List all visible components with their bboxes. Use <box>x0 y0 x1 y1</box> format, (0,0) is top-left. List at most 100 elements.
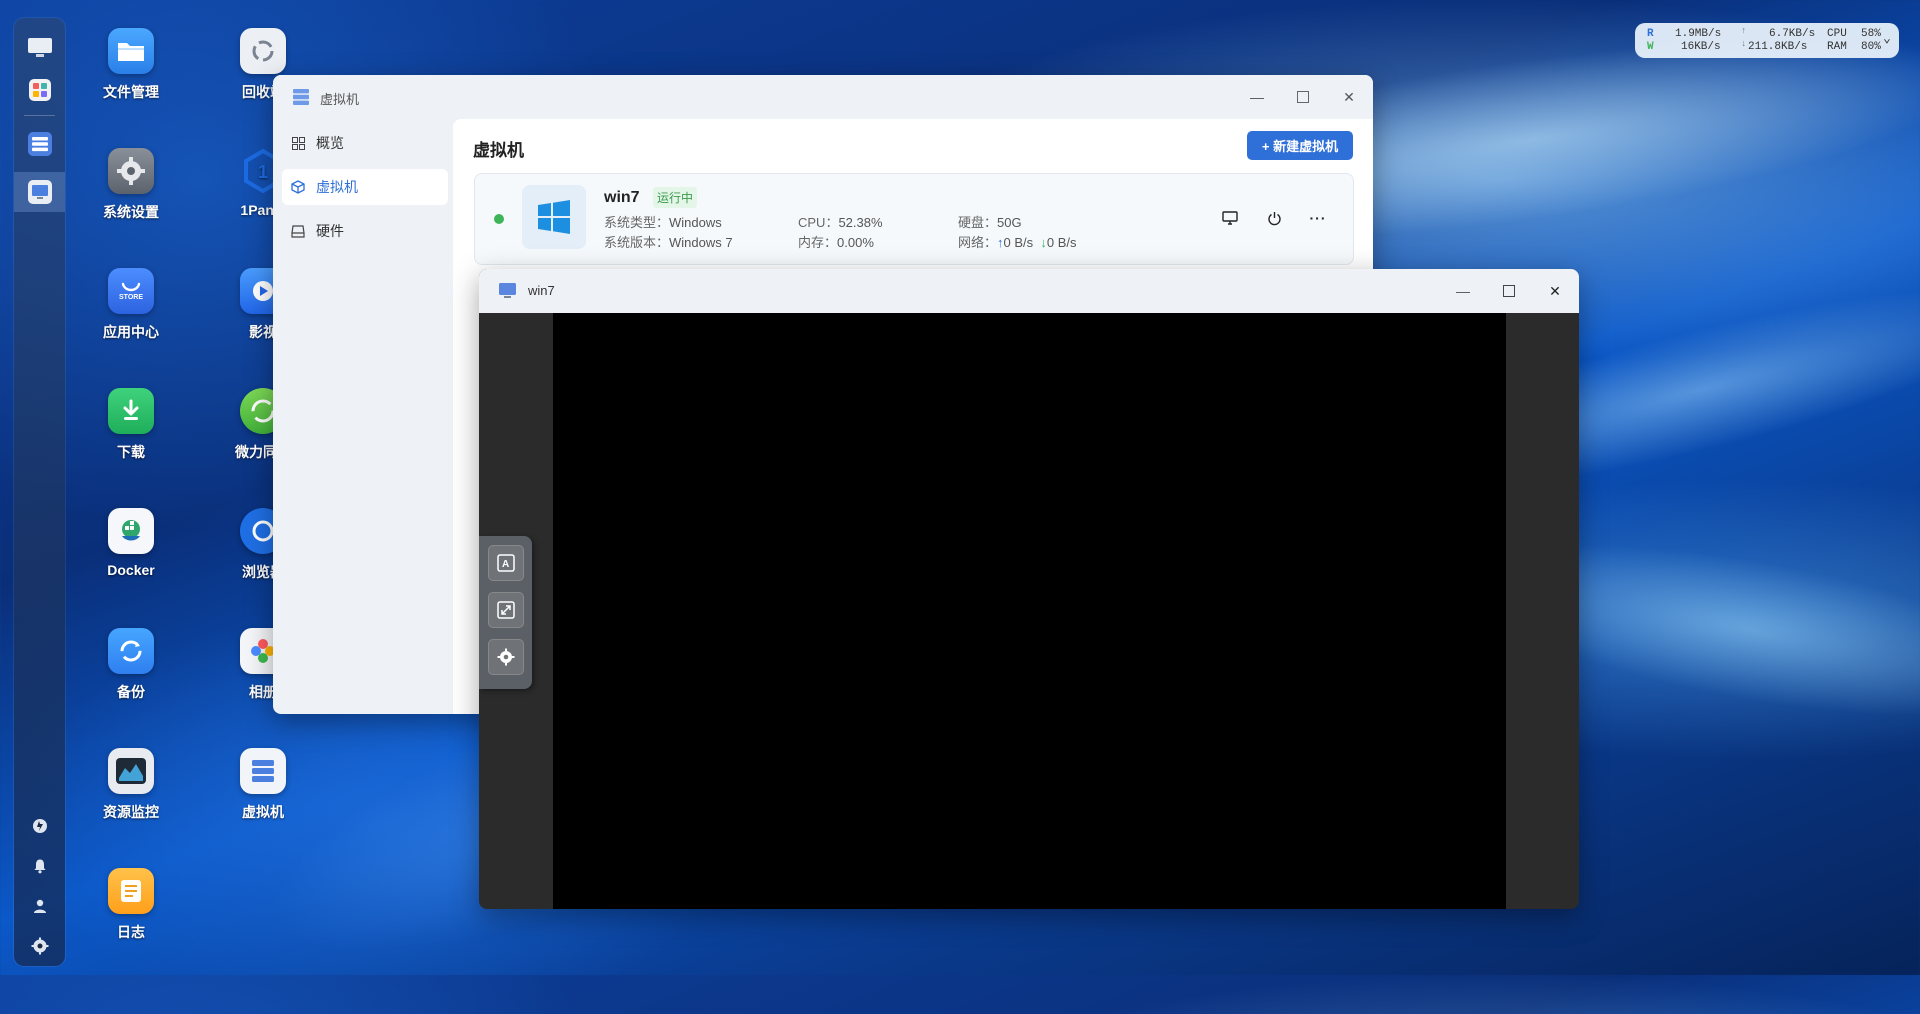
power-button[interactable] <box>1261 205 1287 231</box>
docker-icon <box>108 508 154 554</box>
close-button[interactable]: ✕ <box>1338 86 1360 108</box>
maximize-button[interactable] <box>1498 280 1520 302</box>
memory-usage-label: 内存： <box>798 235 838 250</box>
desktop-icon-label: 系统设置 <box>103 204 159 220</box>
cpu-value: 58% <box>1861 28 1881 40</box>
minimize-icon: — <box>1456 283 1470 299</box>
recycle-icon <box>240 28 286 74</box>
vm-screen-icon <box>499 283 516 298</box>
keyboard-icon: A <box>497 554 515 572</box>
desktop-icon-download[interactable]: 下载 <box>83 388 179 462</box>
ram-value: 80% <box>1861 41 1881 53</box>
store-bag-icon: STORE <box>108 268 154 314</box>
vm-screen-icon <box>27 180 52 204</box>
dock-app-center[interactable] <box>26 76 54 104</box>
server-stack-icon <box>293 89 309 105</box>
os-type-label: 系统类型： <box>604 215 670 230</box>
console-button[interactable] <box>1217 205 1243 231</box>
dock-show-desktop[interactable] <box>26 34 54 62</box>
window-title: 虚拟机 <box>320 92 360 107</box>
desktop-icon-monitor[interactable]: 资源监控 <box>83 748 179 822</box>
dock-vm-console[interactable] <box>14 172 65 212</box>
fit-screen-button[interactable] <box>488 592 524 628</box>
desktop-icon-app-center[interactable]: STORE 应用中心 <box>83 268 179 342</box>
down-arrow-icon: ↓ <box>1741 39 1747 49</box>
dock-vm-manager[interactable] <box>26 130 54 158</box>
disk-read-value: 1.9MB/s <box>1675 28 1722 40</box>
system-status-widget: R W 1.9MB/s 16KB/s ↑ ↓ 6.7KB/s 211.8KB/s… <box>1635 23 1899 58</box>
os-version-label: 系统版本： <box>604 235 670 250</box>
svg-text:1: 1 <box>258 162 268 182</box>
sync-icon <box>108 628 154 674</box>
desktop-icon-log[interactable]: 日志 <box>83 868 179 942</box>
nav-item-hardware[interactable]: 硬件 <box>282 213 448 249</box>
collapse-chevron-icon[interactable]: ⌄ <box>1883 31 1891 46</box>
desktop-icon-settings[interactable]: 系统设置 <box>83 148 179 222</box>
os-type: 系统类型：Windows <box>604 212 722 231</box>
os-version: 系统版本：Windows 7 <box>604 232 733 251</box>
dock-status[interactable] <box>26 812 54 840</box>
monitor-icon <box>28 38 52 57</box>
running-dot <box>494 214 504 224</box>
desktop-icon-label: Docker <box>107 562 155 578</box>
desktop-icon-vm[interactable]: 虚拟机 <box>215 748 311 822</box>
desktop-icon-label: 文件管理 <box>103 84 159 100</box>
chart-icon <box>108 748 154 794</box>
minimize-button[interactable]: — <box>1452 280 1474 302</box>
status-badge: 运行中 <box>653 187 698 208</box>
vm-card[interactable]: win7 运行中 系统类型：Windows 系统版本：Windows 7 CPU… <box>474 173 1354 265</box>
network-up-value: 0 B/s <box>1003 235 1034 250</box>
store-label: STORE <box>119 293 143 301</box>
cube-icon <box>290 179 306 195</box>
vm-manager-titlebar[interactable]: 虚拟机 — ✕ <box>273 75 1373 119</box>
more-button[interactable]: ··· <box>1305 205 1331 231</box>
desktop-icon-docker[interactable]: Docker <box>83 508 179 578</box>
console-settings-button[interactable] <box>488 639 524 675</box>
ram-label: RAM <box>1827 41 1847 53</box>
activity-icon <box>33 819 47 833</box>
dock-user[interactable] <box>26 892 54 920</box>
bell-icon <box>34 859 46 874</box>
fit-screen-icon <box>497 601 515 619</box>
desktop-icon-file-manager[interactable]: 文件管理 <box>83 28 179 102</box>
hard-drive-icon <box>290 223 306 239</box>
disk-size-label: 硬盘： <box>958 215 998 230</box>
console-titlebar[interactable]: win7 — ✕ <box>479 269 1579 313</box>
user-icon <box>34 899 46 913</box>
cpu-label: CPU <box>1827 28 1847 40</box>
memory-usage: 内存：0.00% <box>798 232 874 251</box>
nav-item-label: 概览 <box>316 135 344 151</box>
apps-grid-icon <box>29 79 51 101</box>
write-label: W <box>1647 41 1654 53</box>
desktop-icon-label: 下载 <box>117 444 145 460</box>
cpu-usage-label: CPU： <box>798 215 839 230</box>
folder-icon <box>108 28 154 74</box>
log-list-icon <box>108 868 154 914</box>
console-toolbar: A <box>479 536 532 689</box>
new-vm-button[interactable]: + 新建虚拟机 <box>1247 131 1353 160</box>
grid-icon <box>290 135 306 151</box>
dock-settings[interactable] <box>26 932 54 960</box>
minimize-button[interactable]: — <box>1246 86 1268 108</box>
nav-item-vms[interactable]: 虚拟机 <box>282 169 448 205</box>
vm-display[interactable] <box>553 313 1506 909</box>
server-stack-icon <box>28 132 52 156</box>
maximize-button[interactable] <box>1292 86 1314 108</box>
nav-item-overview[interactable]: 概览 <box>282 125 448 161</box>
close-button[interactable]: ✕ <box>1544 280 1566 302</box>
close-icon: ✕ <box>1549 282 1561 299</box>
vm-name: win7 <box>604 189 640 206</box>
desktop-icon-label: 应用中心 <box>103 324 159 340</box>
desktop-icon-label: 备份 <box>117 684 145 700</box>
net-down-value: 211.8KB/s <box>1748 41 1808 53</box>
gear-icon <box>108 148 154 194</box>
minimize-icon: — <box>1250 89 1264 105</box>
os-version-value: Windows 7 <box>669 235 733 250</box>
dock-notifications[interactable] <box>26 852 54 880</box>
keyboard-button[interactable]: A <box>488 545 524 581</box>
power-icon <box>1267 211 1281 225</box>
desktop-icon-backup[interactable]: 备份 <box>83 628 179 702</box>
dock <box>14 18 65 966</box>
os-type-value: Windows <box>669 215 722 230</box>
monitor-icon <box>1222 210 1238 225</box>
